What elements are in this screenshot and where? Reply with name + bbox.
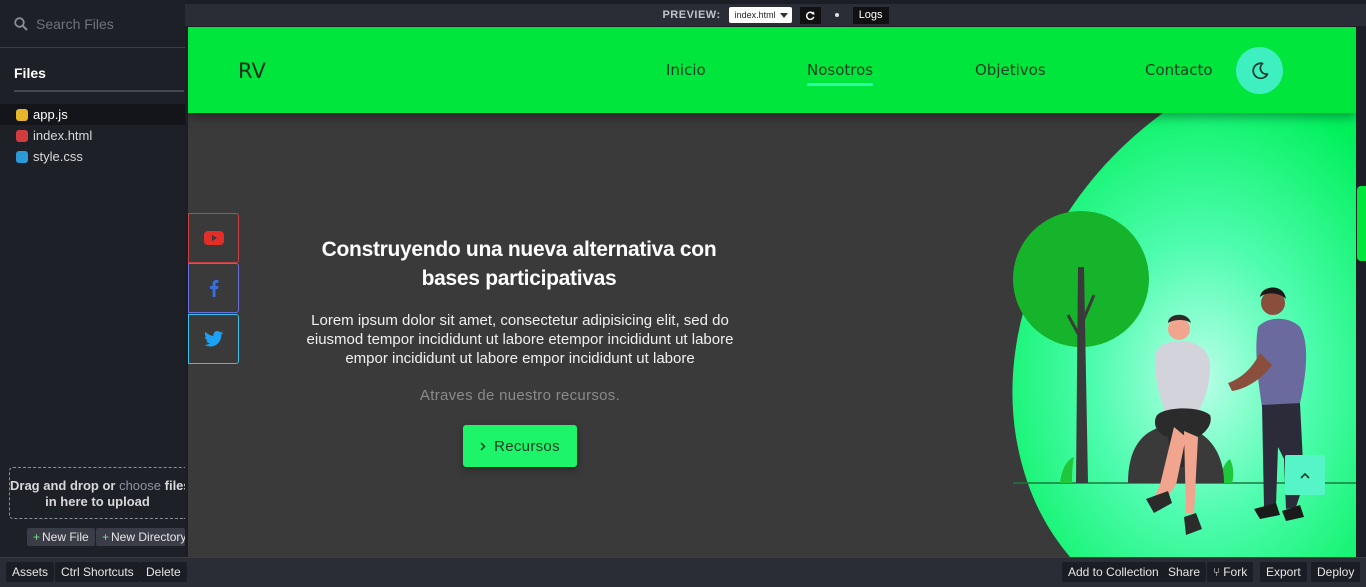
search-icon [14,16,28,31]
fork-label: Fork [1223,565,1248,579]
logs-button[interactable]: Logs [852,6,889,24]
new-directory-button[interactable]: + New Directory [96,528,185,546]
chevron-up-icon [1300,472,1310,479]
js-file-icon [16,108,28,121]
html-file-icon [16,129,28,142]
nav-link-nosotros[interactable]: Nosotros [807,61,874,86]
recursos-label: Recursos [494,437,560,455]
nav-link-objetivos[interactable]: Objetivos [975,61,1046,79]
divider [14,90,184,92]
nav-link-inicio[interactable]: Inicio [666,61,706,79]
export-button[interactable]: Export [1260,562,1307,582]
fork-button[interactable]: ⑂ Fork [1207,562,1254,582]
nav-link-contacto[interactable]: Contacto [1145,61,1213,79]
new-directory-label: New Directory [111,530,185,544]
facebook-button[interactable] [188,263,239,313]
twitter-icon [203,331,223,347]
youtube-button[interactable] [188,213,239,263]
separator-dot [834,13,839,17]
chevron-down-icon [779,12,788,18]
refresh-icon [805,10,815,20]
scroll-to-top-button[interactable] [1285,455,1325,495]
shortcuts-button[interactable]: Ctrl Shortcuts [55,562,140,582]
moon-icon [1251,61,1268,79]
plus-icon: + [33,530,41,544]
preview-toolbar: PREVIEW: index.html Logs [185,4,1366,26]
bottom-toolbar: Assets Ctrl Shortcuts Delete Add to Coll… [0,557,1366,587]
plus-icon: + [102,530,110,544]
search-input[interactable] [36,15,176,32]
file-item-style-css[interactable]: style.css [0,146,185,167]
preview-file-value: index.html [734,10,776,20]
upload-text: Drag and drop or [10,478,116,493]
add-to-collection-button[interactable]: Add to Collection [1062,562,1165,582]
recursos-button[interactable]: Recursos [463,425,577,467]
site-logo[interactable]: RV [238,59,266,83]
share-button[interactable]: Share [1162,562,1207,582]
twitter-button[interactable] [188,314,239,364]
preview-resize-handle[interactable] [1357,186,1366,261]
new-file-label: New File [42,530,89,544]
choose-files-link[interactable]: choose [119,478,161,493]
theme-toggle-button[interactable] [1236,47,1283,94]
preview-file-select[interactable]: index.html [728,7,792,23]
site-navbar: RV Inicio Nosotros Objetivos Contacto [188,27,1356,113]
facebook-icon [209,280,218,297]
file-name: app.js [33,107,68,122]
chevron-right-icon [480,441,486,451]
file-name: style.css [33,149,83,164]
upload-dropzone[interactable]: Drag and drop or choose files in here to… [9,467,185,519]
youtube-icon [203,231,224,245]
refresh-button[interactable] [799,6,821,24]
hero-paragraph: Lorem ipsum dolor sit amet, consectetur … [306,312,734,367]
file-item-app-js[interactable]: app.js [0,104,185,125]
assets-button[interactable]: Assets [6,562,55,582]
upload-text-files: files [164,478,185,493]
search-bar [0,0,185,48]
hero-subtitle: Atraves de nuestro recursos. [419,387,621,404]
deploy-button[interactable]: Deploy [1311,562,1361,582]
css-file-icon [16,150,28,163]
file-item-index-html[interactable]: index.html [0,125,185,146]
file-name: index.html [33,128,93,143]
preview-label: PREVIEW: [662,9,721,21]
preview-frame: RV Inicio Nosotros Objetivos Contacto Co… [188,27,1356,557]
fork-icon: ⑂ [1213,565,1221,579]
files-heading: Files [14,65,46,81]
upload-text-2: in here to upload [45,494,150,509]
hero-title: Construyendo una nueva alternativa con b… [321,238,717,290]
delete-button[interactable]: Delete [140,562,187,582]
file-sidebar: Files app.js index.html style.css Drag a… [0,0,185,557]
new-file-button[interactable]: + New File [27,528,95,546]
